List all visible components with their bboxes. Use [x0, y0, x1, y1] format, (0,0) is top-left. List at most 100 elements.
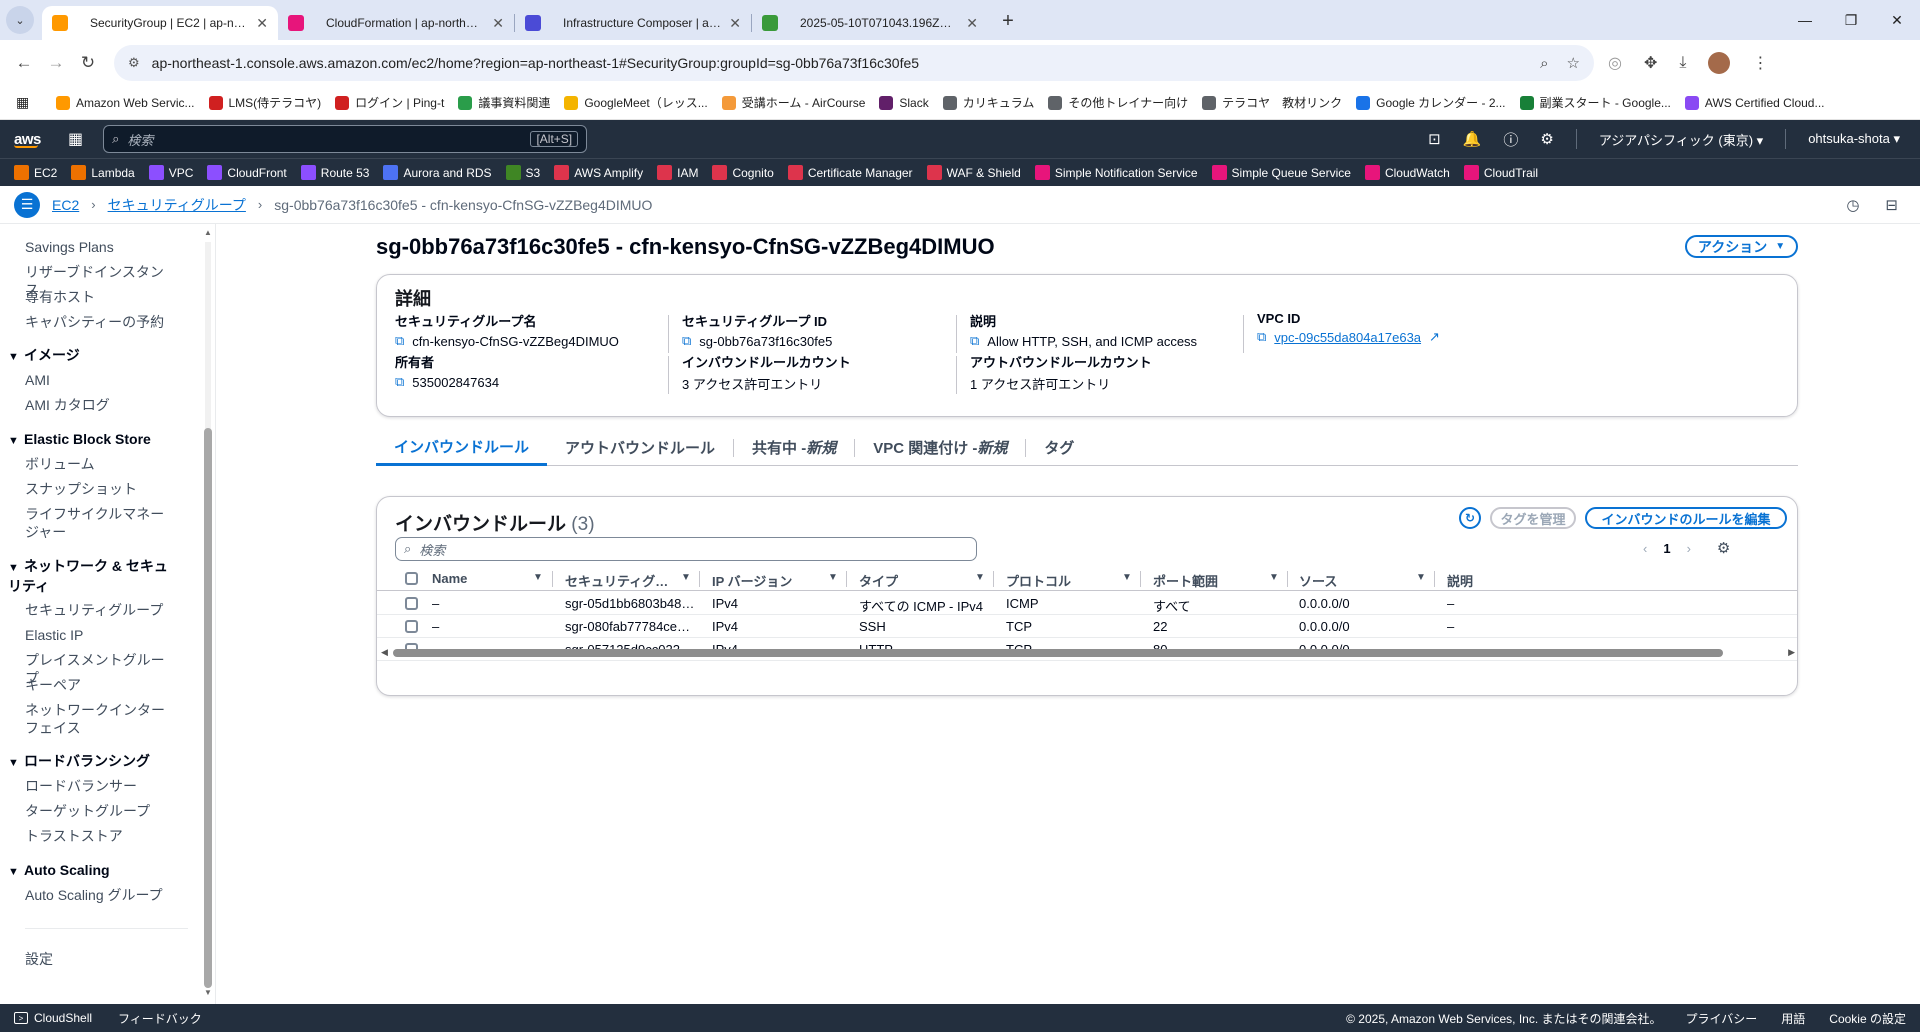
- sort-caret-icon[interactable]: ▼: [975, 572, 985, 583]
- favorite-service-link[interactable]: Simple Notification Service: [1034, 165, 1198, 180]
- download-icon[interactable]: ⤓: [1679, 54, 1686, 72]
- column-resizer[interactable]: [846, 571, 847, 587]
- favorite-service-link[interactable]: CloudTrail: [1463, 165, 1538, 180]
- refresh-icon[interactable]: ↻: [1459, 507, 1481, 529]
- tab-vpc-associations[interactable]: VPC 関連付け - 新規: [855, 430, 1025, 466]
- sort-caret-icon[interactable]: ▼: [681, 572, 691, 583]
- cloudshell-icon[interactable]: ⊡: [1428, 130, 1441, 148]
- col-header-source[interactable]: ソース: [1299, 571, 1409, 590]
- feedback-link[interactable]: フィードバック: [118, 1010, 202, 1027]
- scroll-right-icon[interactable]: ▶: [1788, 647, 1795, 658]
- favorite-service-link[interactable]: Simple Queue Service: [1211, 165, 1351, 180]
- preferences-gear-icon[interactable]: ⚙: [1717, 539, 1730, 557]
- sidebar-item-dedicated-hosts[interactable]: 専有ホスト: [25, 288, 175, 306]
- favorite-service-link[interactable]: IAM: [657, 165, 698, 180]
- sidebar-section-network-security[interactable]: ▼ ネットワーク & セキュリティ: [8, 557, 168, 595]
- sidebar-item-key-pairs[interactable]: キーペア: [25, 676, 175, 694]
- recent-history-icon[interactable]: ◷: [1846, 196, 1859, 214]
- chevron-right-icon[interactable]: ›: [1687, 541, 1691, 556]
- sidebar-item-security-groups[interactable]: セキュリティグループ: [25, 601, 175, 619]
- col-header-sgr-id[interactable]: セキュリティグルー...: [565, 571, 675, 590]
- extensions-icon[interactable]: ✥: [1644, 53, 1657, 73]
- favorite-service-link[interactable]: Route 53: [300, 165, 369, 180]
- region-selector[interactable]: アジアパシフィック (東京) ▾: [1599, 130, 1763, 149]
- sidebar-section-images[interactable]: ▼ イメージ: [8, 346, 188, 366]
- bookmark-item[interactable]: カリキュラム: [942, 94, 1034, 111]
- hamburger-menu-icon[interactable]: ☰: [14, 191, 40, 218]
- breadcrumb-security-groups[interactable]: セキュリティグループ: [108, 195, 246, 215]
- browser-tab-security-group[interactable]: SecurityGroup | EC2 | ap-northeast-1 ✕: [42, 6, 278, 40]
- favorite-service-link[interactable]: Certificate Manager: [787, 165, 913, 180]
- sidebar-item-auto-scaling-groups[interactable]: Auto Scaling グループ: [25, 886, 175, 904]
- sidebar-scrollbar[interactable]: ▲ ▼: [203, 228, 213, 998]
- terms-link[interactable]: 用語: [1781, 1010, 1805, 1027]
- sidebar-item-load-balancers[interactable]: ロードバランサー: [25, 777, 175, 795]
- bookmark-star-icon[interactable]: ☆: [1567, 54, 1580, 72]
- vpc-link[interactable]: vpc-09c55da804a17e63a: [1274, 330, 1421, 345]
- sidebar-item-lifecycle-manager[interactable]: ライフサイクルマネージャー: [25, 505, 175, 541]
- close-window-icon[interactable]: ✕: [1874, 12, 1920, 29]
- browser-tab-file[interactable]: 2025-05-10T071043.196Zwte-cfn ✕: [752, 6, 988, 40]
- favorite-service-link[interactable]: AWS Amplify: [554, 165, 643, 180]
- back-icon[interactable]: ←: [8, 53, 40, 73]
- favorite-service-link[interactable]: S3: [505, 165, 540, 180]
- browser-menu-icon[interactable]: ⋮: [1752, 53, 1768, 73]
- copy-icon[interactable]: ⧉: [1257, 329, 1266, 345]
- sort-caret-icon[interactable]: ▼: [1269, 572, 1279, 583]
- col-header-port-range[interactable]: ポート範囲: [1153, 571, 1263, 590]
- bookmark-item[interactable]: Slack: [879, 95, 929, 110]
- minimize-icon[interactable]: —: [1782, 12, 1828, 28]
- scroll-up-icon[interactable]: ▲: [203, 228, 213, 237]
- settings-gear-icon[interactable]: ⚙: [1540, 130, 1553, 148]
- row-checkbox[interactable]: [405, 597, 418, 610]
- col-header-ip-version[interactable]: IP バージョン: [712, 571, 822, 590]
- favorite-service-link[interactable]: Lambda: [71, 165, 135, 180]
- col-header-description[interactable]: 説明: [1447, 571, 1527, 590]
- sidebar-item-volumes[interactable]: ボリューム: [25, 455, 175, 473]
- copy-icon[interactable]: ⧉: [682, 333, 691, 349]
- chevron-left-icon[interactable]: ‹: [1643, 541, 1647, 556]
- table-row[interactable]: – sgr-05d1bb6803b48c... IPv4 すべての ICMP - IP…: [377, 592, 1797, 615]
- bookmark-item[interactable]: LMS(侍テラコヤ): [208, 94, 321, 111]
- favorite-service-link[interactable]: WAF & Shield: [926, 165, 1021, 180]
- scroll-left-icon[interactable]: ◀: [381, 647, 388, 658]
- privacy-link[interactable]: プライバシー: [1686, 1010, 1758, 1027]
- column-resizer[interactable]: [993, 571, 994, 587]
- favorite-service-link[interactable]: CloudWatch: [1364, 165, 1450, 180]
- column-resizer[interactable]: [1434, 571, 1435, 587]
- account-menu[interactable]: ohtsuka-shota ▾: [1808, 131, 1900, 147]
- profile-avatar[interactable]: [1708, 52, 1731, 74]
- sidebar-item-ami-catalog[interactable]: AMI カタログ: [25, 396, 175, 414]
- url-text[interactable]: ap-northeast-1.console.aws.amazon.com/ec…: [152, 55, 1522, 71]
- forward-icon[interactable]: →: [40, 53, 72, 73]
- screenshot-icon[interactable]: ◎: [1608, 53, 1622, 73]
- row-checkbox[interactable]: [405, 620, 418, 633]
- cookie-settings-link[interactable]: Cookie の設定: [1829, 1010, 1906, 1027]
- zoom-icon[interactable]: ⌕: [1540, 55, 1548, 72]
- sidebar-item-snapshots[interactable]: スナップショット: [25, 480, 175, 498]
- tab-inbound-rules[interactable]: インバウンドルール: [376, 430, 548, 466]
- aws-search-input[interactable]: ⌕ 検索 [Alt+S]: [103, 125, 588, 153]
- sidebar-item-capacity-reservations[interactable]: キャパシティーの予約: [25, 313, 175, 331]
- page-number[interactable]: 1: [1663, 541, 1670, 556]
- column-resizer[interactable]: [699, 571, 700, 587]
- bookmark-item[interactable]: Google カレンダー - 2...: [1356, 94, 1506, 111]
- bookmark-item[interactable]: GoogleMeet（レッス...: [564, 94, 708, 111]
- site-info-icon[interactable]: ⚙: [128, 55, 140, 71]
- close-tab-icon[interactable]: ✕: [729, 15, 741, 32]
- favorite-service-link[interactable]: EC2: [14, 165, 57, 180]
- aws-logo[interactable]: aws: [14, 131, 44, 148]
- edit-inbound-rules-button[interactable]: インバウンドのルールを編集: [1585, 507, 1787, 529]
- bookmark-item[interactable]: その他トレイナー向け: [1048, 94, 1188, 111]
- scroll-down-icon[interactable]: ▼: [203, 988, 213, 997]
- select-all-checkbox[interactable]: [405, 572, 418, 585]
- close-tab-icon[interactable]: ✕: [492, 15, 504, 32]
- column-resizer[interactable]: [552, 571, 553, 587]
- bookmark-item[interactable]: Amazon Web Servic...: [56, 95, 195, 110]
- breadcrumb-ec2[interactable]: EC2: [52, 197, 79, 213]
- favorite-service-link[interactable]: VPC: [148, 165, 193, 180]
- bookmark-item[interactable]: AWS Certified Cloud...: [1684, 95, 1825, 110]
- sidebar-item-savings-plans[interactable]: Savings Plans: [25, 238, 175, 256]
- sort-caret-icon[interactable]: ▼: [828, 572, 838, 583]
- sidebar-section-load-balancing[interactable]: ▼ ロードバランシング: [8, 752, 188, 772]
